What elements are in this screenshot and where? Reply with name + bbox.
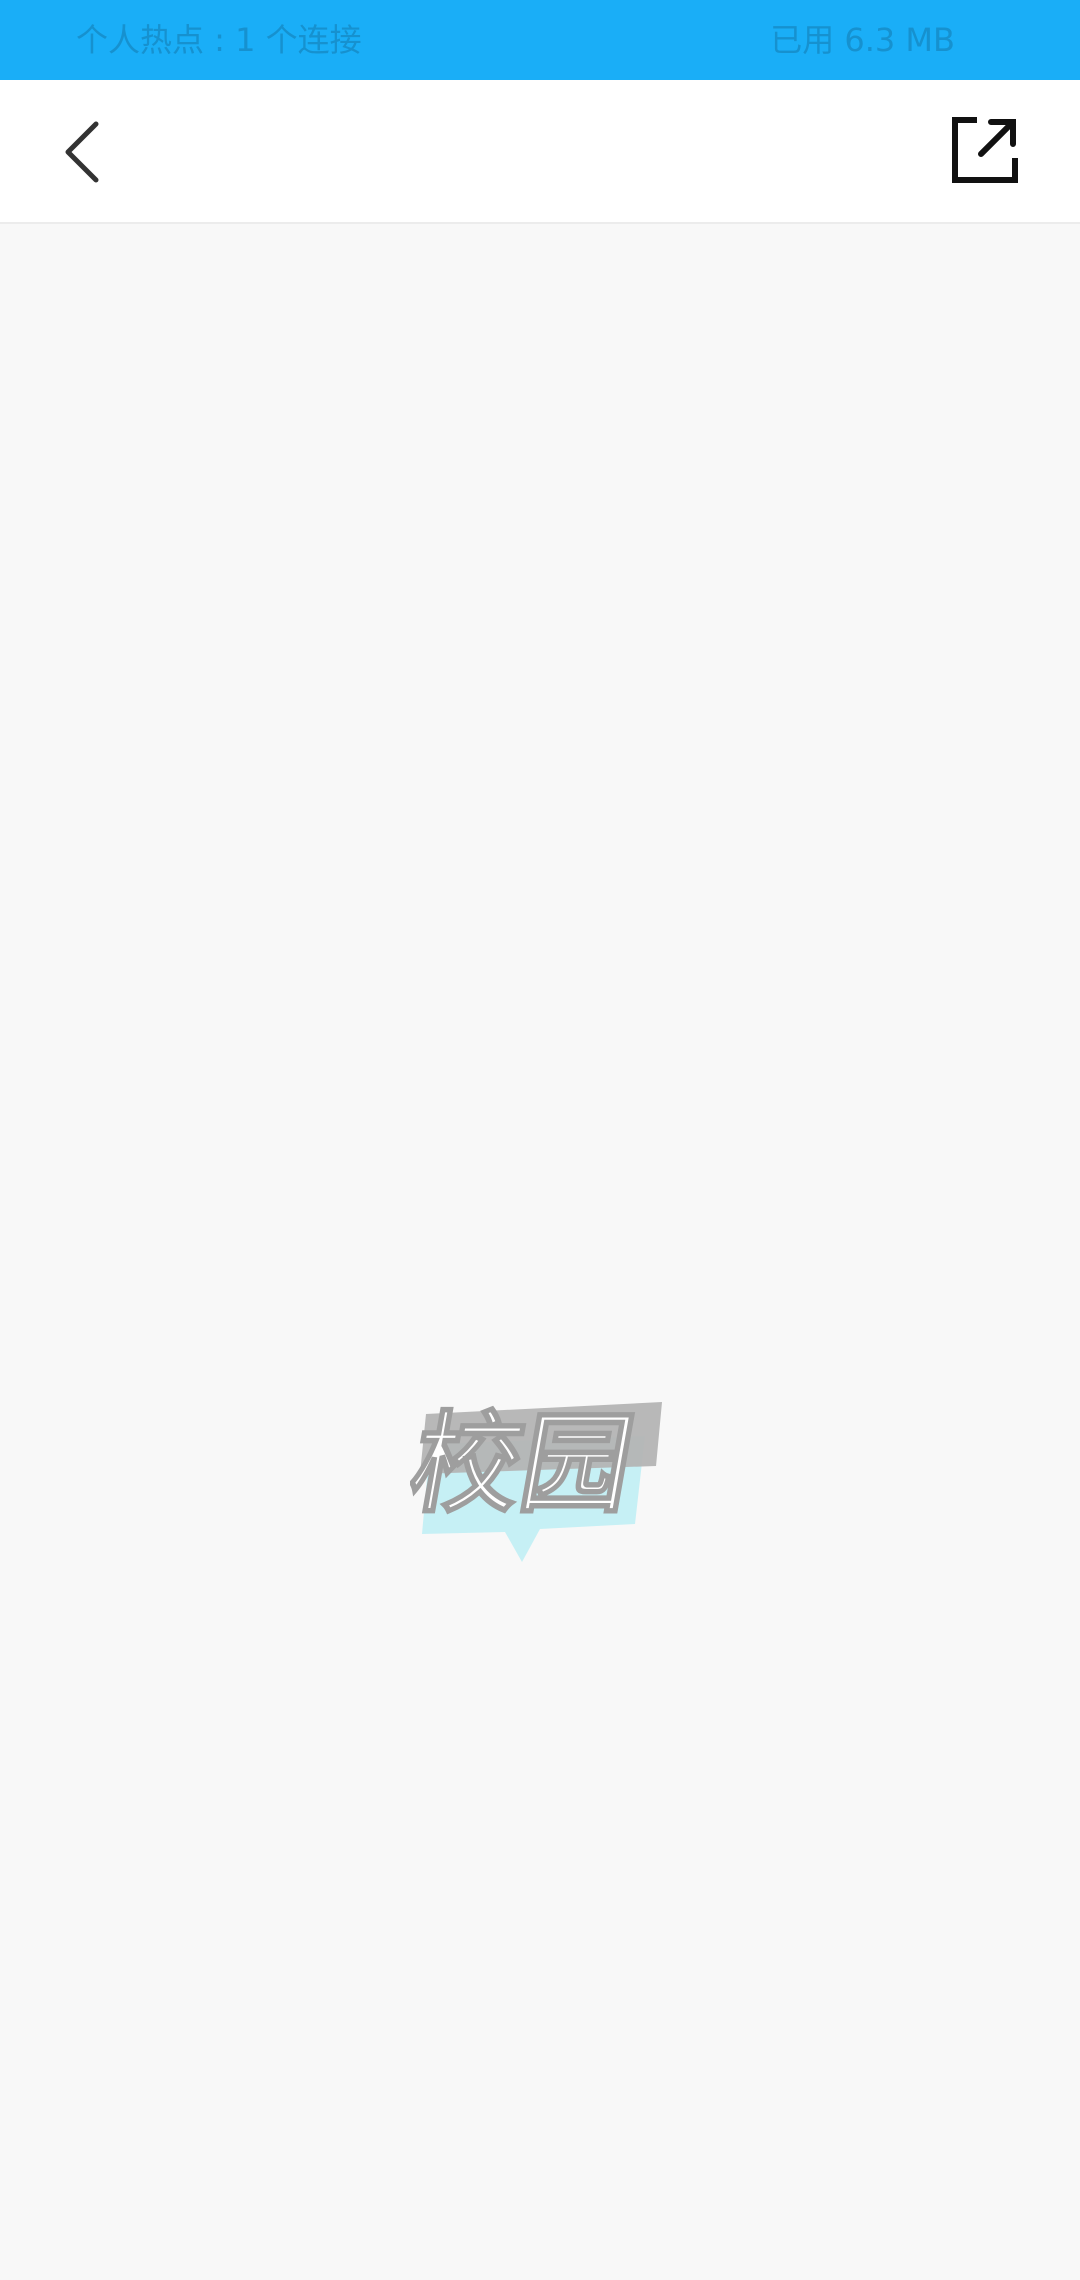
logo-lettering: 校园	[410, 1401, 643, 1529]
data-usage-text: 已用 6.3 MB	[770, 21, 955, 59]
top-navigation-bar	[0, 80, 1080, 224]
share-external-icon	[952, 117, 1018, 183]
back-button[interactable]	[44, 102, 124, 202]
hotspot-status-text: 个人热点 : 1 个连接	[76, 21, 362, 59]
status-bar: 个人热点 : 1 个连接 已用 6.3 MB	[0, 0, 1080, 80]
share-button[interactable]	[945, 110, 1025, 190]
campus-loading-logo: 校园	[410, 1374, 670, 1574]
page-content-area: 校园	[0, 224, 1080, 2280]
chevron-left-icon	[65, 121, 99, 183]
